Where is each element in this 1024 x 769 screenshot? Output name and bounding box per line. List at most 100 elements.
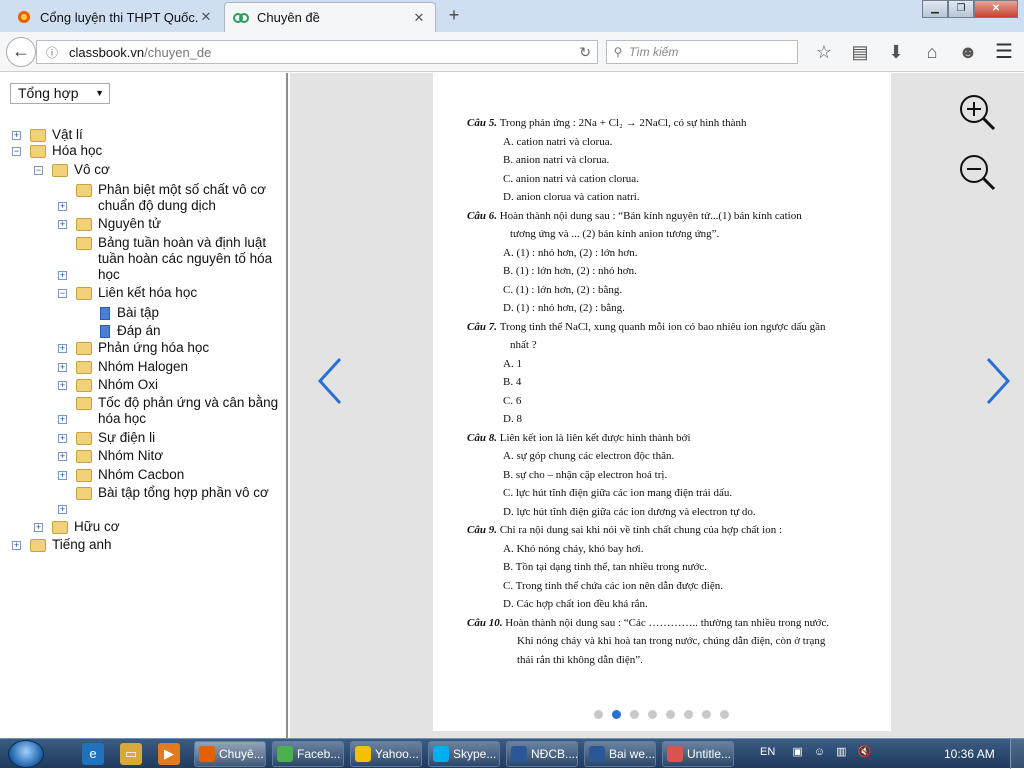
page-dot[interactable] xyxy=(702,710,711,719)
close-window-button[interactable]: ✕ xyxy=(974,0,1018,18)
page-dot[interactable] xyxy=(720,710,729,719)
expand-icon[interactable]: + xyxy=(58,434,67,443)
expand-icon[interactable]: + xyxy=(12,131,21,140)
line-text: Khi nóng chảy và khi hoà tan trong nước,… xyxy=(517,635,826,647)
back-button[interactable]: ← xyxy=(6,37,36,67)
clock[interactable]: 10:36 AM xyxy=(944,747,995,761)
network-icon[interactable]: ▥ xyxy=(836,746,846,758)
skype-icon xyxy=(433,746,449,762)
home-icon[interactable]: ⌂ xyxy=(914,38,950,66)
page-dot[interactable] xyxy=(630,710,639,719)
line-text: A. (1) : nhỏ hơn, (2) : lớn hơn. xyxy=(503,246,638,259)
taskbar-button-label: Yahoo... xyxy=(375,747,419,761)
media-player-icon[interactable]: ▶ xyxy=(158,743,180,765)
bookmark-star-icon[interactable]: ☆ xyxy=(806,38,842,66)
tab-luyen-thi[interactable]: Cổng luyện thi THPT Quốc... ✕ xyxy=(8,2,222,32)
collapse-icon[interactable]: − xyxy=(58,289,67,298)
expand-icon[interactable]: + xyxy=(58,505,67,514)
folder-icon xyxy=(52,164,68,177)
folder-icon xyxy=(76,287,92,300)
info-icon[interactable]: ⓘ xyxy=(41,44,63,61)
answer-line: D. Các hợp chất ion đều khá rắn. xyxy=(503,598,648,610)
line-text: C. lực hút tĩnh điện giữa các ion mang đ… xyxy=(503,487,733,499)
answer-line: B. anion natri và clorua. xyxy=(503,154,609,166)
download-icon[interactable]: ⬇ xyxy=(878,38,914,66)
tree-item-label: Liên kết hóa học xyxy=(98,285,198,300)
taskbar-button[interactable]: Bai we... xyxy=(584,741,656,767)
taskbar-button-label: Untitle... xyxy=(687,747,732,761)
line-text: Hoàn thành nội dung sau : “Các ………….. th… xyxy=(505,616,830,629)
tree-item-label: Hữu cơ xyxy=(74,519,120,534)
tree-item-label: Nhóm Oxi xyxy=(98,377,159,392)
expand-icon[interactable]: + xyxy=(58,452,67,461)
line-text: D. anion clorua và cation natri. xyxy=(503,191,640,203)
zoom-out-icon[interactable] xyxy=(958,153,998,193)
expand-icon[interactable]: + xyxy=(58,344,67,353)
new-tab-button[interactable]: + xyxy=(444,6,464,26)
line-text: B. Tồn tại dạng tinh thể, tan nhiều tron… xyxy=(503,561,708,573)
minimize-button[interactable]: ▁ xyxy=(922,0,948,18)
expand-icon[interactable]: + xyxy=(58,471,67,480)
expand-icon[interactable]: + xyxy=(58,271,67,280)
smiley-icon[interactable]: ☻ xyxy=(950,38,986,66)
close-icon[interactable]: ✕ xyxy=(198,9,214,25)
expand-icon[interactable]: + xyxy=(58,220,67,229)
expand-icon[interactable]: + xyxy=(58,202,67,211)
taskbar-button[interactable]: NĐCB.... xyxy=(506,741,578,767)
question-number: Câu 10. xyxy=(467,616,506,629)
line-text: Chỉ ra nội dung sai khi nói về tính chất… xyxy=(499,524,783,536)
menu-icon[interactable]: ☰ xyxy=(990,38,1018,66)
taskbar-button[interactable]: Chuyê... xyxy=(194,741,266,767)
page-dot[interactable] xyxy=(666,710,675,719)
internet-explorer-icon[interactable]: e xyxy=(82,743,104,765)
page-dot[interactable] xyxy=(612,710,621,719)
search-input[interactable]: ⚲ Tìm kiếm xyxy=(606,40,798,64)
language-indicator[interactable]: EN xyxy=(760,746,775,758)
firefox-icon xyxy=(16,9,32,25)
tree-item-label: Bảng tuần hoàn và định luật tuần hoàn cá… xyxy=(98,235,273,282)
tab-chuyen-de[interactable]: Chuyên đề ✕ xyxy=(224,2,436,32)
category-dropdown[interactable]: Tổng hợp ▼ xyxy=(10,83,110,104)
collapse-icon[interactable]: − xyxy=(34,166,43,175)
line-text: C. 6 xyxy=(503,394,522,407)
line-text: nhất ? xyxy=(510,339,537,351)
page-dot[interactable] xyxy=(684,710,693,719)
prev-page-arrow-icon[interactable] xyxy=(314,353,350,409)
taskbar-button[interactable]: Untitle... xyxy=(662,741,734,767)
maximize-button[interactable]: ❐ xyxy=(948,0,974,18)
taskbar-button[interactable]: Faceb... xyxy=(272,741,344,767)
url-bar[interactable]: ⓘ classbook.vn/chuyen_de ↻ xyxy=(36,40,598,64)
page-dot[interactable] xyxy=(594,710,603,719)
reading-list-icon[interactable]: ▤ xyxy=(842,38,878,66)
yahoo-icon xyxy=(355,746,371,762)
folder-icon xyxy=(30,145,46,158)
question-number: Câu 5. xyxy=(467,117,500,129)
volume-muted-icon[interactable]: 🔇 xyxy=(858,746,872,758)
expand-icon[interactable]: + xyxy=(12,541,21,550)
show-desktop-button[interactable] xyxy=(1010,739,1024,769)
reload-icon[interactable]: ↻ xyxy=(579,44,591,61)
expand-icon[interactable]: + xyxy=(58,381,67,390)
expand-icon[interactable]: + xyxy=(34,523,43,532)
line-text: Trong phản ứng : 2Na + Cl₂ → 2NaCl, có s… xyxy=(499,117,747,129)
folder-icon[interactable]: ▭ xyxy=(120,743,142,765)
close-icon[interactable]: ✕ xyxy=(411,10,427,26)
start-button[interactable] xyxy=(8,740,44,768)
taskbar-button[interactable]: Skype... xyxy=(428,741,500,767)
question-line: Câu 7. Trong tinh thể NaCl, xung quanh m… xyxy=(467,321,825,333)
taskbar-button[interactable]: Yahoo... xyxy=(350,741,422,767)
taskbar: e ▭ ▶ Chuyê... Faceb... Yahoo... Skype... NĐ… xyxy=(0,738,1024,769)
answer-line: D. anion clorua và cation natri. xyxy=(503,191,640,203)
collapse-icon[interactable]: − xyxy=(12,147,21,156)
keyboard-icon[interactable]: ▣ xyxy=(792,746,802,758)
page-indicator xyxy=(594,710,738,719)
expand-icon[interactable]: + xyxy=(58,363,67,372)
paint-icon xyxy=(667,746,683,762)
line-text: B. anion natri và clorua. xyxy=(503,154,610,166)
emoticon-icon[interactable]: ☺ xyxy=(814,746,825,758)
page-dot[interactable] xyxy=(648,710,657,719)
next-page-arrow-icon[interactable] xyxy=(978,353,1014,409)
zoom-in-icon[interactable] xyxy=(958,93,998,133)
expand-icon[interactable]: + xyxy=(58,415,67,424)
taskbar-button-label: Bai we... xyxy=(609,747,656,761)
